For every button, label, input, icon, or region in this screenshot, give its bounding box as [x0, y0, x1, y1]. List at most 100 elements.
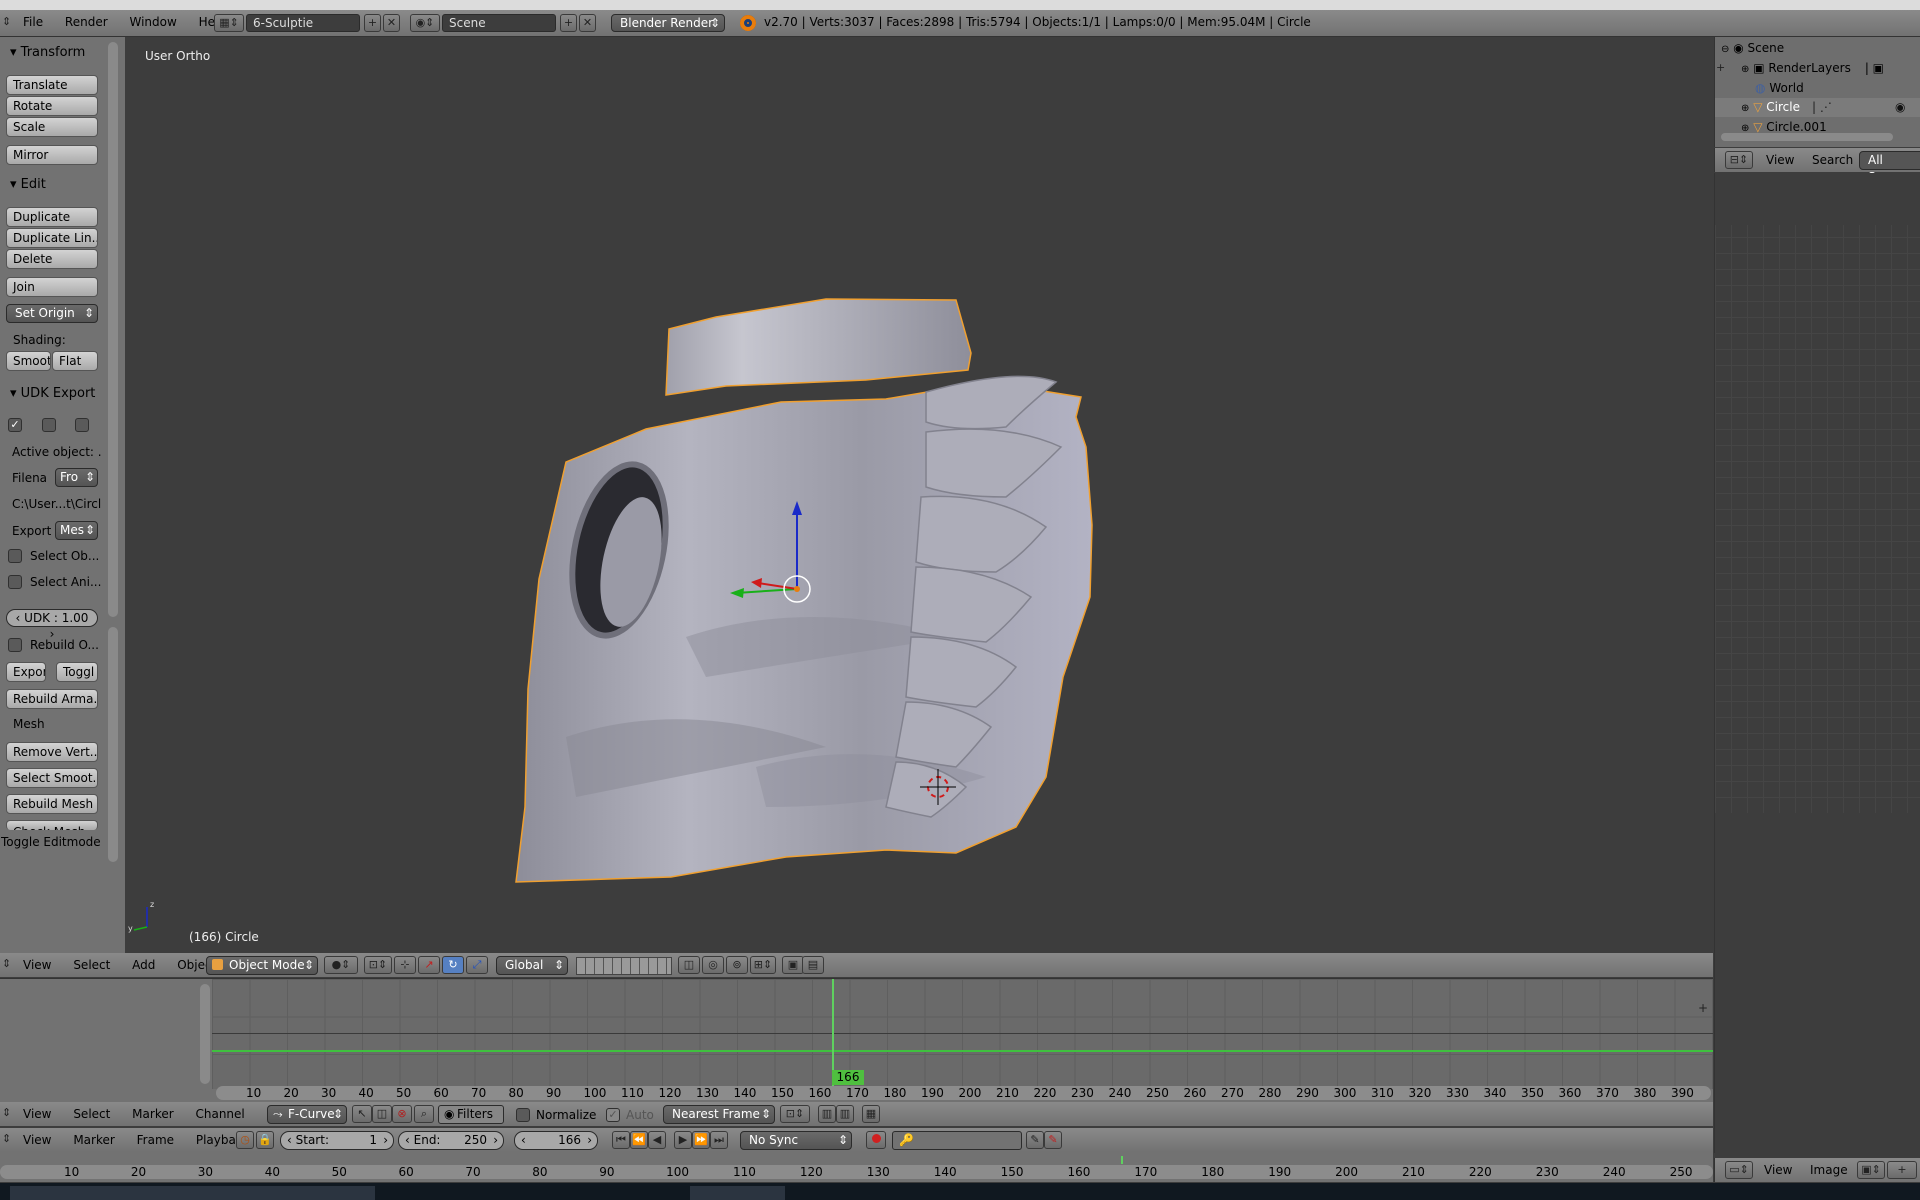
- jump-prev-key-icon[interactable]: ⏪: [630, 1131, 648, 1149]
- outliner-menu-view[interactable]: View: [1757, 148, 1803, 172]
- transform-panel-title[interactable]: ▾ Transform: [0, 42, 85, 64]
- insert-keyframe-icon[interactable]: ✎: [1026, 1131, 1044, 1149]
- scene-icon[interactable]: ◉⇕: [410, 14, 440, 32]
- orientation-select[interactable]: Global ⇕: [496, 956, 568, 975]
- udk-checkbox-1[interactable]: ✓: [8, 418, 22, 432]
- mesh-object[interactable]: z y: [126, 37, 1713, 953]
- timeline-ruler[interactable]: 10 20 30 40 50 60 70 80 90 100 110 120 130 140 150 160 1…: [0, 1165, 1713, 1179]
- graph-frame-ruler[interactable]: 10 20 30 40 50 60 70 80 90 100 110 120 130 140 150 160 1…: [216, 1086, 1711, 1100]
- udk-panel-title[interactable]: ▾ UDK Export: [0, 383, 95, 405]
- graph-menu-view[interactable]: View: [14, 1102, 60, 1126]
- timeline-menu-frame[interactable]: Frame: [128, 1128, 183, 1152]
- render-preview-icon[interactable]: ▣: [782, 956, 804, 974]
- ghost-curves-icon[interactable]: ▦: [862, 1105, 880, 1123]
- only-selected-icon[interactable]: ↖: [352, 1105, 372, 1123]
- scale-manipulator-icon[interactable]: ⤢: [466, 956, 488, 974]
- outliner-item-world[interactable]: ◍ World: [1755, 81, 1804, 95]
- image-editor-type-icon[interactable]: ▭⇕: [1725, 1161, 1753, 1179]
- outliner-item-circle-001[interactable]: ⊕ ▽ Circle.001: [1741, 120, 1827, 134]
- select-anim-checkbox[interactable]: [8, 575, 22, 589]
- proportional-edit-icon[interactable]: ◎: [702, 956, 724, 974]
- pivot-point-icon[interactable]: ⊡⇕: [780, 1105, 810, 1123]
- graph-menu-select[interactable]: Select: [64, 1102, 119, 1126]
- scene-name-field[interactable]: Scene: [442, 14, 556, 32]
- filters-toggle[interactable]: ◉ Filters: [438, 1105, 504, 1124]
- timeline-menu-view[interactable]: View: [14, 1128, 60, 1152]
- viewport-3d[interactable]: User Ortho (166) Circle z y: [126, 37, 1713, 953]
- lock-range-icon[interactable]: 🔒: [256, 1131, 274, 1149]
- menu-file[interactable]: File: [14, 10, 52, 34]
- select-smooth-button[interactable]: Select Smoot...: [6, 768, 98, 788]
- toggle-button[interactable]: Toggl: [56, 662, 98, 682]
- paste-keys-icon[interactable]: ▥: [836, 1105, 854, 1123]
- jump-end-icon[interactable]: ⏭: [710, 1131, 728, 1149]
- duplicate-button[interactable]: Duplicate: [6, 207, 98, 227]
- start-frame-field[interactable]: ‹ Start: 1 ›: [280, 1131, 394, 1150]
- copy-keys-icon[interactable]: ▥: [818, 1105, 836, 1123]
- normalize-checkbox[interactable]: [516, 1108, 530, 1122]
- end-frame-field[interactable]: ‹ End: 250 ›: [398, 1131, 504, 1150]
- udk-checkbox-3[interactable]: [75, 418, 89, 432]
- check-mesh-button[interactable]: Check Mesh: [6, 820, 98, 830]
- editor-type-icon-timeline[interactable]: ⇕: [2, 1132, 11, 1145]
- errors-icon[interactable]: ⊗: [392, 1105, 412, 1123]
- play-icon[interactable]: ▶: [674, 1131, 692, 1149]
- jump-start-icon[interactable]: ⏮: [612, 1131, 630, 1149]
- snap-icon[interactable]: ⊚: [726, 956, 748, 974]
- keying-set-field[interactable]: 🔑: [892, 1131, 1022, 1150]
- play-reverse-icon[interactable]: ◀: [648, 1131, 666, 1149]
- translate-button[interactable]: Translate: [6, 75, 98, 95]
- manipulator-toggle-icon[interactable]: ⊹: [394, 956, 416, 974]
- rebuild-mesh-button[interactable]: Rebuild Mesh: [6, 794, 98, 814]
- jump-next-key-icon[interactable]: ⏩: [692, 1131, 710, 1149]
- search-icon[interactable]: ⌕: [414, 1105, 434, 1123]
- taskbar-item-1[interactable]: [10, 1186, 375, 1200]
- auto-keying-icon[interactable]: [866, 1131, 886, 1149]
- edit-panel-title[interactable]: ▾ Edit: [0, 174, 46, 196]
- outliner-item-renderlayers[interactable]: ⊕ ▣ RenderLayers | ▣: [1741, 61, 1884, 75]
- outliner-menu-search[interactable]: Search: [1803, 148, 1862, 172]
- filename-select[interactable]: Fro ⇕: [55, 468, 98, 487]
- toolshelf-scrollbar-2[interactable]: [108, 627, 118, 862]
- image-menu-image[interactable]: Image: [1801, 1158, 1857, 1182]
- render-engine-select[interactable]: Blender Render ⇕: [611, 14, 725, 32]
- auto-checkbox[interactable]: ✓: [606, 1108, 620, 1122]
- image-browse-icon[interactable]: ▣⇕: [1857, 1161, 1885, 1179]
- scale-button[interactable]: Scale: [6, 117, 98, 137]
- join-button[interactable]: Join: [6, 277, 98, 297]
- snap-element-icon[interactable]: ⊞⇕: [750, 956, 776, 974]
- toolshelf-scrollbar[interactable]: [108, 42, 118, 617]
- outliner-type-icon[interactable]: ⊟⇕: [1725, 151, 1753, 169]
- export-type-select[interactable]: Mes ⇕: [55, 521, 98, 540]
- delete-button[interactable]: Delete: [6, 249, 98, 269]
- mirror-button[interactable]: Mirror: [6, 145, 98, 165]
- rotate-button[interactable]: Rotate: [6, 96, 98, 116]
- rotate-manipulator-icon[interactable]: ↻: [442, 956, 464, 974]
- graph-menu-marker[interactable]: Marker: [123, 1102, 182, 1126]
- sync-select[interactable]: No Sync ⇕: [740, 1131, 852, 1150]
- layer-buttons[interactable]: [576, 957, 672, 975]
- graph-scroll-v[interactable]: [200, 984, 210, 1084]
- image-new-icon[interactable]: +: [1887, 1161, 1917, 1179]
- graph-plus-icon[interactable]: +: [1698, 1001, 1708, 1015]
- viewport-shading-icon[interactable]: ●⇕: [324, 956, 358, 974]
- current-frame-field[interactable]: ‹ 166 ›: [514, 1131, 598, 1150]
- select-objects-checkbox[interactable]: [8, 549, 22, 563]
- shade-smooth-button[interactable]: Smoot: [6, 351, 51, 371]
- graph-editor[interactable]: 166 10 20 30 40 50 60 70 80 90 100 110 120 130 140 150…: [0, 978, 1713, 1102]
- add-scene-icon[interactable]: +: [560, 14, 577, 32]
- pivot-icon[interactable]: ⊡⇕: [364, 956, 392, 974]
- rebuild-armature-button[interactable]: Rebuild Arma...: [6, 689, 98, 709]
- duplicate-linked-button[interactable]: Duplicate Lin...: [6, 228, 98, 248]
- udk-version-field[interactable]: ‹ UDK : 1.00 ›: [6, 609, 98, 641]
- toggle-editmode-label[interactable]: Toggle Editmode: [1, 835, 101, 849]
- outliner-scope-select[interactable]: All Scenes: [1859, 151, 1920, 184]
- menu-add[interactable]: Add: [123, 953, 164, 977]
- menu-view[interactable]: View: [14, 953, 60, 977]
- snap-mode-select[interactable]: Nearest Frame ⇕: [663, 1105, 775, 1124]
- outliner[interactable]: ⊖ ◉ Scene ⊕ ▣ RenderLayers | ▣ ◍ World ⊕ …: [1714, 37, 1920, 147]
- menu-select[interactable]: Select: [64, 953, 119, 977]
- lock-layers-icon[interactable]: ◫: [678, 956, 700, 974]
- translate-manipulator-icon[interactable]: ↗: [418, 956, 440, 974]
- outliner-plus-icon[interactable]: +: [1716, 61, 1725, 74]
